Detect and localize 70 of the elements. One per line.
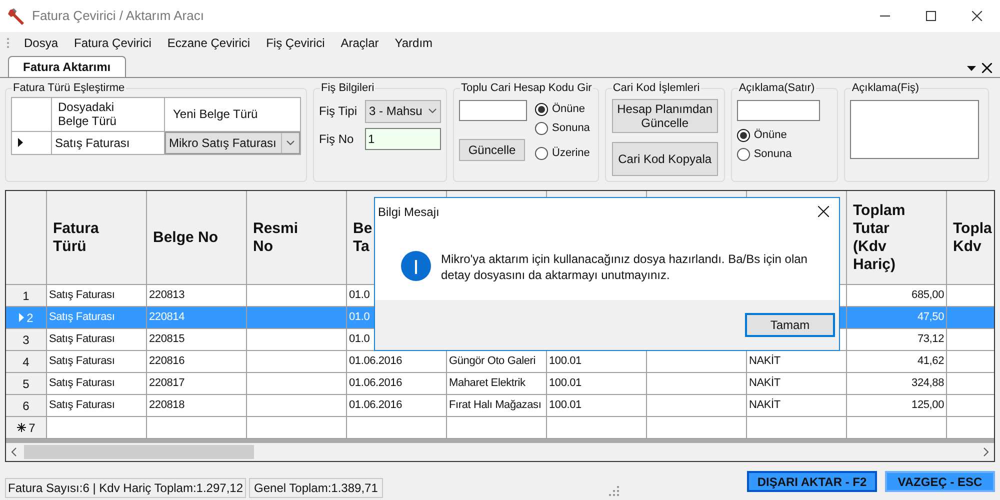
status-text: Fatura Sayısı:6 | Kdv Hariç Toplam:1.297,12 bbox=[5, 478, 246, 498]
table-cell: 220815 bbox=[147, 329, 247, 351]
row-header[interactable]: 3 bbox=[6, 329, 47, 351]
input-field[interactable]: 1 bbox=[365, 128, 441, 150]
table-cell: NAKİT bbox=[747, 351, 847, 373]
radio-button[interactable]: Üzerine bbox=[535, 144, 590, 162]
row-header[interactable]: 4 bbox=[6, 351, 47, 373]
radio-button[interactable]: Önüne bbox=[535, 100, 590, 118]
menu-item[interactable]: Eczane Çevirici bbox=[159, 34, 258, 52]
table-cell: 41,62 bbox=[847, 351, 947, 373]
row-header[interactable]: 1 bbox=[6, 285, 47, 307]
type-select[interactable]: Mikro Satış Faturası bbox=[165, 132, 300, 154]
group-title: Cari Kod İşlemleri bbox=[612, 80, 701, 96]
status-text: Genel Toplam:1.389,71 bbox=[249, 478, 383, 498]
table-cell: Satış Faturası bbox=[47, 307, 147, 329]
group-title: Toplu Cari Hesap Kodu Gir bbox=[460, 81, 593, 96]
table-cell: Maharet Elektrik bbox=[447, 373, 547, 395]
type-select[interactable]: 3 - Mahsu bbox=[365, 100, 441, 122]
table-cell: 220818 bbox=[147, 395, 247, 417]
table-cell: NAKİT bbox=[747, 373, 847, 395]
table-cell: 220814 bbox=[147, 307, 247, 329]
tab[interactable]: Fatura Aktarımı bbox=[8, 56, 126, 77]
action-button[interactable]: DIŞARI AKTAR - F2 bbox=[747, 471, 877, 492]
menu-item[interactable]: Yardım bbox=[386, 34, 441, 52]
table-cell: Fırat Halı Mağazası bbox=[447, 395, 547, 417]
table-cell: 685,00 bbox=[847, 285, 947, 307]
menu-item[interactable]: Dosya bbox=[16, 34, 66, 52]
table-cell: Satış Faturası bbox=[47, 373, 147, 395]
field-label: Fiş No bbox=[319, 130, 355, 148]
group-title: Fiş Bilgileri bbox=[320, 81, 376, 96]
table-cell: Satış Faturası bbox=[47, 395, 147, 417]
table-cell: Satış Faturası bbox=[47, 285, 147, 307]
table-cell: 125,00 bbox=[847, 395, 947, 417]
menu-item[interactable]: Fiş Çevirici bbox=[258, 34, 333, 52]
row-header[interactable]: 5 bbox=[6, 373, 47, 395]
column-header: Dosyadaki Belge Türü bbox=[52, 98, 165, 132]
table-cell: 47,50 bbox=[847, 307, 947, 329]
table-cell: 220817 bbox=[147, 373, 247, 395]
group-title: Açıklama(Satır) bbox=[738, 81, 816, 96]
action-button[interactable]: VAZGEÇ - ESC bbox=[885, 471, 995, 492]
table-cell: 100.01 bbox=[547, 351, 647, 373]
table-cell: NAKİT bbox=[747, 395, 847, 417]
table-cell: 100.01 bbox=[547, 373, 647, 395]
group-title: Fatura Türü Eşleştirme bbox=[12, 81, 126, 96]
dialog-title: Bilgi Mesajı bbox=[378, 204, 440, 220]
table-cell: 100.01 bbox=[547, 395, 647, 417]
menu-item[interactable]: Araçlar bbox=[332, 34, 387, 52]
table-cell: 73,12 bbox=[847, 329, 947, 351]
radio-button[interactable]: Sonuna bbox=[535, 118, 590, 138]
action-button[interactable]: Hesap Planımdan Güncelle bbox=[612, 98, 718, 132]
row-header[interactable]: 6 bbox=[6, 395, 47, 417]
table-cell: 01.06.2016 bbox=[347, 395, 447, 417]
action-button[interactable]: Cari Kod Kopyala bbox=[612, 142, 718, 176]
group-title: Açıklama(Fiş) bbox=[850, 81, 920, 96]
table-cell: 220813 bbox=[147, 285, 247, 307]
table-cell: 324,88 bbox=[847, 373, 947, 395]
window-title: Fatura Çevirici / Aktarım Aracı bbox=[32, 7, 204, 26]
update-button[interactable]: Güncelle bbox=[459, 138, 525, 160]
table-cell: 01.06.2016 bbox=[347, 351, 447, 373]
table-cell: 01.06.2016 bbox=[347, 373, 447, 395]
ok-button[interactable]: Tamam bbox=[745, 313, 835, 337]
row-header[interactable]: 7 bbox=[6, 417, 47, 439]
radio-button[interactable]: Sonuna bbox=[736, 144, 832, 164]
radio-button[interactable]: Önüne bbox=[736, 126, 832, 144]
field-label: Fiş Tipi bbox=[319, 103, 358, 120]
table-cell: Satış Faturası bbox=[47, 329, 147, 351]
table-cell: 220816 bbox=[147, 351, 247, 373]
table-cell: Satış Faturası bbox=[47, 351, 147, 373]
menu-item[interactable]: Fatura Çevirici bbox=[66, 34, 160, 52]
table-cell: Güngör Oto Galeri bbox=[447, 351, 547, 373]
